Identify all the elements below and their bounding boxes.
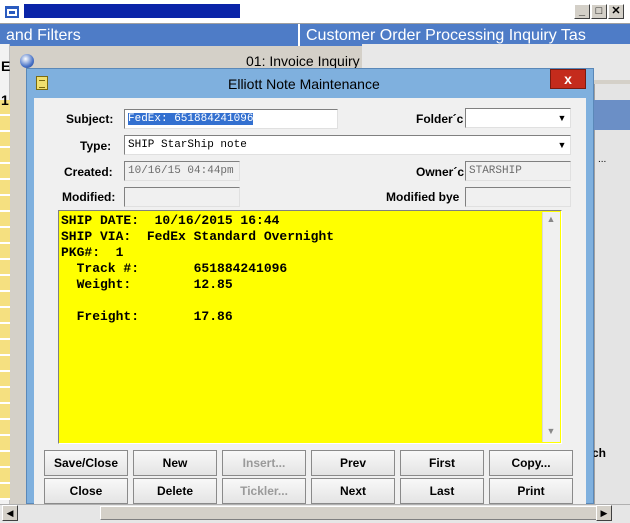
print-button[interactable]: Print bbox=[489, 478, 573, 504]
last-button[interactable]: Last bbox=[400, 478, 484, 504]
modified-by-field bbox=[465, 187, 571, 207]
modified-by-label: Modified bye bbox=[386, 190, 460, 204]
scroll-up-arrow-icon[interactable]: ▲ bbox=[544, 214, 558, 228]
note-text: SHIP DATE: 10/16/2015 16:44 SHIP VIA: Fe… bbox=[61, 213, 335, 324]
insert-button[interactable]: Insert... bbox=[222, 450, 306, 476]
modified-label: Modified: bbox=[62, 190, 116, 204]
owner-field: STARSHIP bbox=[465, 161, 571, 181]
note-icon bbox=[36, 76, 48, 90]
scroll-right-arrow-icon[interactable]: ▶ bbox=[596, 505, 612, 521]
created-field: 10/16/15 04:44pm bbox=[124, 161, 240, 181]
background-window-title-highlight bbox=[24, 4, 240, 18]
subject-value: FedEx: 651884241096 bbox=[128, 113, 254, 125]
first-button[interactable]: First bbox=[400, 450, 484, 476]
chevron-down-icon[interactable]: ▼ bbox=[554, 109, 570, 127]
folder-label: Folder´c bbox=[416, 112, 464, 126]
background-label-e: E bbox=[1, 58, 11, 74]
created-label: Created: bbox=[64, 165, 113, 179]
delete-button[interactable]: Delete bbox=[133, 478, 217, 504]
close-dialog-button[interactable]: Close bbox=[44, 478, 128, 504]
dialog-title: Elliott Note Maintenance bbox=[228, 76, 380, 92]
owner-label: Owner´c bbox=[416, 165, 465, 179]
next-button[interactable]: Next bbox=[311, 478, 395, 504]
chevron-down-icon[interactable]: ▼ bbox=[554, 136, 570, 154]
tickler-button[interactable]: Tickler... bbox=[222, 478, 306, 504]
background-ellipsis: ... bbox=[598, 154, 607, 165]
subject-field[interactable]: FedEx: 651884241096 bbox=[124, 109, 338, 129]
background-label-ch: ch bbox=[592, 446, 607, 460]
save-close-button[interactable]: Save/Close bbox=[44, 450, 128, 476]
type-label: Type: bbox=[80, 139, 112, 153]
prev-button[interactable]: Prev bbox=[311, 450, 395, 476]
background-tab-filters[interactable]: and Filters bbox=[6, 26, 81, 46]
type-value: SHIP StarShip note bbox=[128, 139, 247, 151]
background-right-panel bbox=[594, 84, 630, 504]
globe-icon bbox=[20, 54, 34, 68]
background-right-header bbox=[594, 100, 630, 130]
background-left-rows bbox=[0, 100, 10, 500]
dialog-close-button[interactable]: x bbox=[550, 69, 586, 89]
app-icon bbox=[5, 6, 19, 18]
background-tab-order-inquiry[interactable]: Customer Order Processing Inquiry Tas bbox=[306, 26, 586, 46]
scroll-left-arrow-icon[interactable]: ◀ bbox=[2, 505, 18, 521]
maximize-button[interactable]: □ bbox=[591, 4, 607, 19]
scroll-down-arrow-icon[interactable]: ▼ bbox=[544, 426, 558, 440]
minimize-button[interactable]: _ bbox=[574, 4, 590, 19]
subject-label: Subject: bbox=[66, 112, 114, 126]
new-button[interactable]: New bbox=[133, 450, 217, 476]
tab-divider bbox=[298, 24, 300, 46]
type-dropdown[interactable]: SHIP StarShip note bbox=[124, 135, 571, 155]
scroll-thumb[interactable] bbox=[100, 506, 598, 520]
background-label-1: 1 bbox=[1, 92, 9, 108]
copy-button[interactable]: Copy... bbox=[489, 450, 573, 476]
close-button[interactable]: ✕ bbox=[608, 4, 624, 19]
invoice-window-title: 01: Invoice Inquiry bbox=[246, 53, 360, 69]
modified-field bbox=[124, 187, 240, 207]
note-vertical-scrollbar[interactable] bbox=[542, 212, 560, 442]
